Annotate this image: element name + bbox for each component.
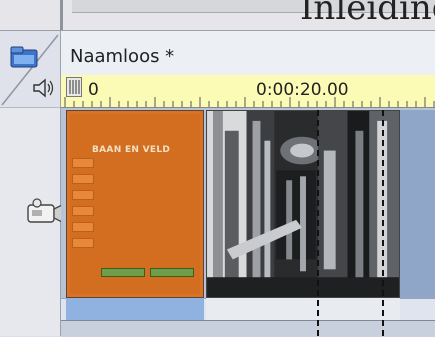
video-clip-audio[interactable] (206, 298, 400, 320)
top-panel-divider (60, 0, 63, 30)
cut-off-heading: Inleiding (300, 0, 435, 28)
title-clip-button (150, 268, 194, 277)
video-clip-thumbnail[interactable] (206, 110, 400, 298)
title-clip-menu-bar (72, 238, 94, 248)
title-clip-menu-bar (72, 190, 94, 200)
cut-marker[interactable] (382, 110, 384, 336)
ruler-ticks (64, 97, 435, 107)
lower-track-row[interactable] (61, 320, 435, 337)
title-clip-thumbnail (70, 114, 200, 294)
title-clip-button (101, 268, 145, 277)
title-clip-menu-bar (72, 222, 94, 232)
title-clip-menu-bar (72, 158, 94, 168)
cut-marker[interactable] (317, 110, 319, 336)
ruler-timecode-label: 0:00:20.00 (256, 80, 349, 100)
title-clip-menu-bar (72, 206, 94, 216)
ruler-start-label: 0 (88, 80, 99, 100)
title-clip-label: BAAN EN VELD (92, 145, 171, 155)
folder-icon[interactable] (10, 44, 40, 70)
title-clip-menu-bar (72, 174, 94, 184)
title-clip-audio[interactable] (66, 298, 204, 320)
playhead-grip-icon[interactable] (66, 77, 82, 97)
next-clip[interactable] (400, 110, 435, 298)
project-title: Naamloos * (70, 46, 175, 67)
speaker-icon[interactable] (32, 76, 54, 100)
